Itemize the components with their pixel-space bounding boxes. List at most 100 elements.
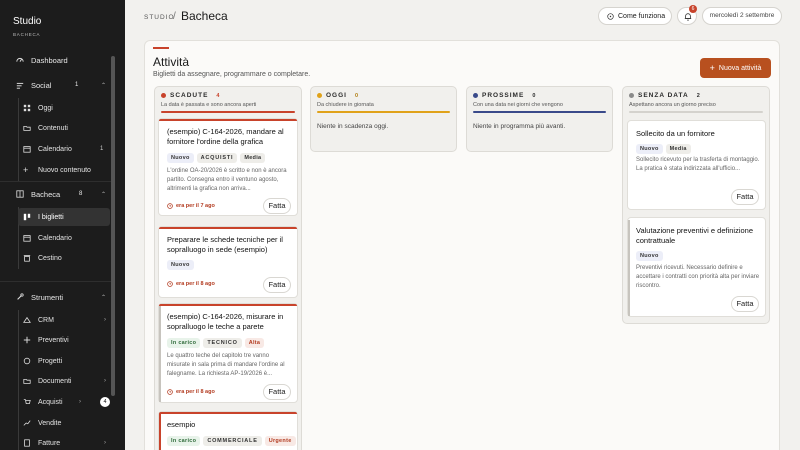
nav-dashboard[interactable]: Dashboard: [0, 51, 112, 69]
ticket-tags: In carico TECNICO Alta: [167, 338, 265, 348]
nav-progetti[interactable]: Progetti: [18, 352, 110, 370]
card-side-accent: [628, 220, 630, 316]
nav-bacheca-label: Bacheca: [31, 189, 61, 199]
ticket-card[interactable]: Preparare le schede tecniche per il sopr…: [158, 226, 298, 298]
nav-strumenti-label: Strumenti: [31, 292, 64, 302]
board-icon: [16, 190, 24, 198]
panel-accent: [153, 47, 169, 49]
ticket-tags: Nuovo Media: [636, 144, 691, 154]
column-upcoming-title: PROSSIME: [482, 92, 525, 99]
brand-subtitle: BACHECA: [13, 32, 41, 37]
column-upcoming: PROSSIME 0 Con una data nei giorni che v…: [466, 86, 613, 152]
nav-fatture[interactable]: Fatture ›: [18, 434, 110, 450]
column-no-date-line: [629, 111, 763, 113]
ticket-icon: [23, 213, 31, 221]
page-title: Bacheca: [181, 9, 228, 23]
nav-bacheca[interactable]: Bacheca 8 ⌃: [0, 185, 112, 203]
nav-social-oggi[interactable]: Oggi: [18, 99, 110, 117]
folder-icon: [23, 379, 31, 384]
mark-done-button[interactable]: Fatta: [731, 189, 759, 205]
tag-status: Nuovo: [636, 251, 663, 261]
nav-acquisti-count: 4: [100, 397, 110, 407]
column-upcoming-line: [473, 111, 606, 113]
card-accent: [159, 119, 297, 121]
column-no-date-title: SENZA DATA: [638, 92, 689, 99]
nav-preventivi-label: Preventivi: [38, 336, 69, 344]
tag-status: Nuovo: [636, 144, 663, 154]
mark-done-button[interactable]: Fatta: [731, 296, 759, 312]
card-accent: [159, 304, 297, 306]
new-activity-button[interactable]: + Nuova attività: [700, 58, 771, 78]
nav-bacheca-calendario[interactable]: Calendario: [18, 229, 110, 247]
ticket-card[interactable]: Sollecito da un fornitore Nuovo Media So…: [627, 120, 766, 210]
ticket-body: Preventivi ricevuti. Necessario definire…: [636, 265, 760, 289]
how-it-works-button[interactable]: Come funziona: [598, 7, 672, 25]
tag-status: Nuovo: [167, 260, 194, 270]
column-status-dot: [629, 93, 634, 98]
trend-icon: [23, 420, 31, 426]
chevron-up-icon: ⌃: [101, 191, 107, 198]
invoice-icon: [24, 439, 30, 447]
nav-bacheca-cestino[interactable]: Cestino: [18, 249, 110, 267]
breadcrumb[interactable]: STUDIO: [144, 14, 175, 21]
ticket-title: Valutazione preventivi e definizione con…: [636, 226, 754, 245]
ticket-overdue-label: era per il 7 ago: [176, 203, 215, 209]
calendar-icon: [23, 146, 31, 153]
column-no-date-count: 2: [696, 92, 700, 99]
breadcrumb-separator: /: [173, 11, 176, 22]
nav-vendite-label: Vendite: [38, 419, 62, 427]
nav-social[interactable]: Social 1 ⌃: [0, 76, 112, 94]
nav-bacheca-calendario-label: Calendario: [38, 234, 72, 242]
nav-social-nuovo[interactable]: + Nuovo contenuto: [18, 161, 110, 179]
column-today-desc: Da chiudere in giornata: [317, 102, 374, 108]
sidebar-divider: [0, 181, 111, 182]
nav-crm-label: CRM: [38, 316, 54, 324]
column-today-empty: Niente in scadenza oggi.: [317, 123, 389, 130]
column-overdue-title: SCADUTE: [170, 92, 209, 99]
tag-area: COMMERCIALE: [203, 436, 262, 446]
quote-icon: [23, 336, 31, 344]
nav-social-count: 1: [75, 82, 79, 88]
ticket-card[interactable]: Valutazione preventivi e definizione con…: [627, 217, 766, 317]
ticket-overdue-label: era per il 8 ago: [176, 281, 215, 287]
chevron-up-icon: ⌃: [101, 82, 107, 89]
clock-icon: [167, 203, 173, 209]
nav-social-calendario[interactable]: Calendario 1: [18, 140, 110, 158]
chevron-right-icon: ›: [79, 399, 81, 405]
nav-social-calendario-label: Calendario: [38, 145, 72, 153]
tag-priority: Media: [665, 144, 691, 154]
ticket-overdue: era per il 8 ago: [167, 389, 215, 395]
nav-acquisti[interactable]: Acquisti › 4: [18, 393, 110, 411]
nav-social-contenuti[interactable]: Contenuti: [18, 119, 110, 137]
sidebar-scrollbar[interactable]: [111, 56, 115, 396]
folder-icon: [23, 126, 31, 131]
clock-icon: [167, 281, 173, 287]
nav-crm[interactable]: CRM ›: [18, 311, 110, 329]
tag-priority: Urgente: [264, 436, 296, 446]
nav-bacheca-biglietti[interactable]: I biglietti: [18, 208, 110, 226]
ticket-overdue: era per il 7 ago: [167, 203, 215, 209]
nav-vendite[interactable]: Vendite: [18, 414, 110, 432]
ticket-card[interactable]: esempio In carico COMMERCIALE Urgente: [158, 411, 298, 450]
mark-done-button[interactable]: Fatta: [263, 277, 291, 293]
column-today-header: OGGI 0: [317, 92, 360, 99]
ticket-card[interactable]: (esempio) C-164-2026, mandare al fornito…: [158, 118, 298, 216]
wrench-icon: [17, 293, 24, 300]
card-accent: [159, 412, 297, 414]
nav-documenti[interactable]: Documenti ›: [18, 372, 110, 390]
ticket-overdue-label: era per il 8 ago: [176, 389, 215, 395]
tag-status: In carico: [167, 338, 201, 348]
nav-social-oggi-label: Oggi: [38, 104, 53, 112]
nav-strumenti[interactable]: Strumenti ⌃: [0, 288, 112, 306]
column-status-dot: [161, 93, 166, 98]
mark-done-button[interactable]: Fatta: [263, 198, 291, 214]
chevron-right-icon: ›: [104, 440, 106, 446]
mark-done-button[interactable]: Fatta: [263, 384, 291, 400]
nav-preventivi[interactable]: Preventivi: [18, 331, 110, 349]
date-display: mercoledì 2 settembre: [702, 7, 782, 25]
column-upcoming-desc: Con una data nei giorni che vengono: [473, 102, 563, 108]
card-side-accent: [159, 306, 161, 402]
ticket-body: Le quattro teche del capitolo tre vanno …: [167, 353, 285, 377]
ticket-card[interactable]: (esempio) C-164-2026, misurare in sopral…: [158, 303, 298, 403]
column-today: OGGI 0 Da chiudere in giornata Niente in…: [310, 86, 457, 152]
